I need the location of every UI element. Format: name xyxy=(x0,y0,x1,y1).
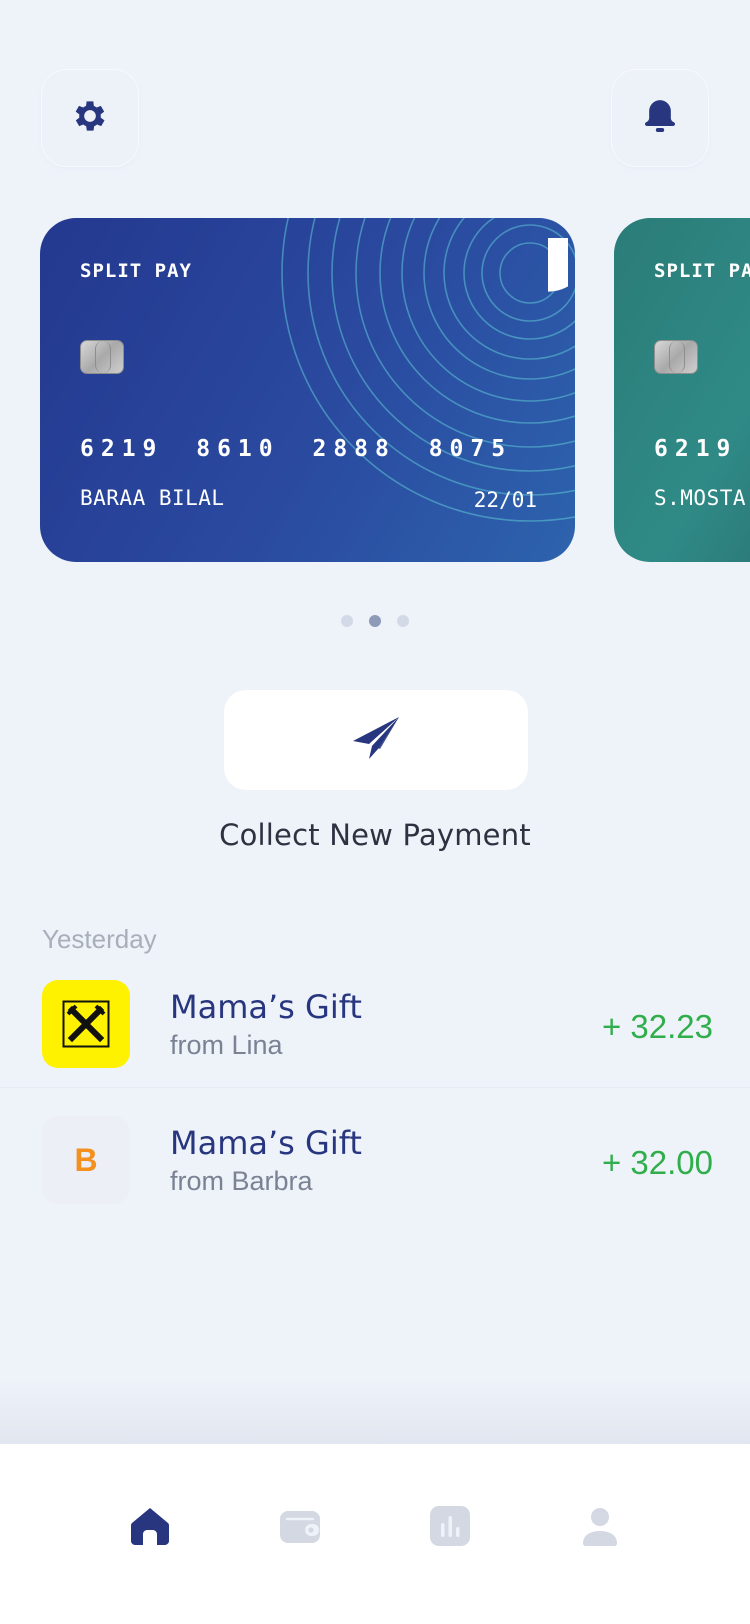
bottom-fade xyxy=(0,1380,750,1444)
wallet-icon xyxy=(279,1505,321,1552)
nav-stats[interactable] xyxy=(426,1504,474,1552)
pagination-dot[interactable] xyxy=(341,615,353,627)
gear-icon xyxy=(70,96,110,141)
settings-button[interactable] xyxy=(42,70,138,166)
collect-payment-button[interactable] xyxy=(224,690,528,790)
transaction-row[interactable]: B Mama’s Gift from Barbra + 32.00 xyxy=(0,1104,750,1224)
section-label: Yesterday xyxy=(42,924,157,954)
card-holder: BARAA BILAL xyxy=(80,486,225,510)
payment-card[interactable]: SPLIT PAY 6219 8610 2888 8075 BARAA BILA… xyxy=(40,218,575,562)
avatar-letter: B xyxy=(74,1141,98,1178)
nav-wallet[interactable] xyxy=(276,1504,324,1552)
avatar: B xyxy=(42,1116,130,1204)
card-chip-icon xyxy=(80,340,124,374)
divider xyxy=(0,1087,750,1088)
paper-plane-icon xyxy=(350,713,402,768)
pagination-dot[interactable] xyxy=(397,615,409,627)
transaction-amount: + 32.23 xyxy=(601,1008,713,1045)
transaction-title: Mama’s Gift xyxy=(170,988,362,1026)
transaction-subtitle: from Lina xyxy=(170,1030,283,1060)
collect-payment-label[interactable]: Collect New Payment xyxy=(0,818,750,852)
profile-icon xyxy=(579,1505,621,1552)
card-expiry: 22/01 xyxy=(473,488,537,512)
card-holder: S.MOSTA xyxy=(654,486,747,510)
card-chip-icon xyxy=(654,340,698,374)
nav-home[interactable] xyxy=(126,1504,174,1552)
card-logo-icon xyxy=(528,229,575,294)
payment-card[interactable]: SPLIT PAY 6219 S.MOSTA xyxy=(614,218,750,562)
notifications-button[interactable] xyxy=(612,70,708,166)
home-icon xyxy=(129,1505,171,1552)
home-screen: SPLIT PAY 6219 8610 2888 8075 BARAA BILA… xyxy=(0,0,750,1624)
bell-icon xyxy=(640,96,680,141)
card-number: 6219 8610 2888 8075 xyxy=(80,436,513,462)
card-brand: SPLIT PAY xyxy=(80,260,192,282)
card-pagination xyxy=(0,615,750,627)
transaction-amount: + 32.00 xyxy=(601,1144,713,1181)
nav-profile[interactable] xyxy=(576,1504,624,1552)
transaction-title: Mama’s Gift xyxy=(170,1124,362,1162)
transaction-row[interactable]: Mama’s Gift from Lina + 32.23 xyxy=(0,968,750,1088)
chart-icon xyxy=(429,1505,471,1552)
bottom-nav xyxy=(0,1444,750,1624)
pagination-dot-active[interactable] xyxy=(369,615,381,627)
transaction-subtitle: from Barbra xyxy=(170,1166,313,1196)
card-brand: SPLIT PAY xyxy=(654,260,750,282)
raiffeisen-logo-icon xyxy=(42,980,130,1068)
card-number: 6219 xyxy=(654,436,738,462)
